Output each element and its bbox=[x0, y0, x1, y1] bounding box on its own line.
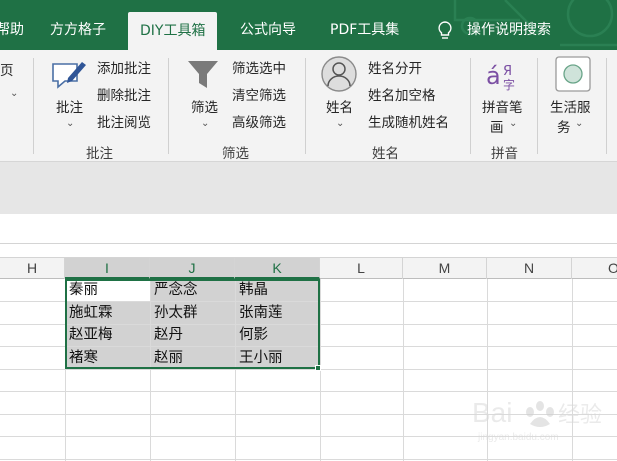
chevron-down-icon: ⌄ bbox=[509, 118, 518, 129]
tab-fangfang-gezi[interactable]: 方方格子 bbox=[50, 14, 106, 48]
comment-button[interactable]: 批注 bbox=[56, 96, 83, 116]
column-header-i[interactable]: I bbox=[65, 258, 150, 279]
tab-diy-toolbox[interactable]: DIY工具箱 bbox=[128, 12, 218, 50]
svg-text:á: á bbox=[486, 62, 501, 90]
chevron-down-icon: ⌄ bbox=[201, 118, 210, 129]
svg-text:字: 字 bbox=[503, 77, 515, 92]
life-service-button-line2: 务 bbox=[557, 120, 571, 136]
random-name-button[interactable]: 生成随机姓名 bbox=[368, 111, 449, 131]
svg-text:jingyan.baidu.com: jingyan.baidu.com bbox=[477, 432, 559, 443]
pinyin-stroke-button[interactable]: 拼音笔 bbox=[482, 96, 523, 116]
group-separator bbox=[33, 58, 34, 154]
chevron-down-icon: ⌄ bbox=[66, 118, 75, 129]
group-label-pinyin: 拼音 bbox=[491, 146, 518, 162]
ribbon-collapsed-area bbox=[0, 162, 617, 214]
svg-text:Я: Я bbox=[503, 64, 512, 79]
cell-i1[interactable]: 秦丽 bbox=[65, 279, 98, 301]
tab-pdf-tools[interactable]: PDF工具集 bbox=[330, 14, 399, 48]
comment-pencil-icon bbox=[52, 62, 86, 89]
group-separator bbox=[470, 58, 471, 154]
clear-filter-button[interactable]: 清空筛选 bbox=[232, 84, 286, 104]
chevron-down-icon: ⌄ bbox=[10, 88, 19, 99]
chevron-down-icon: ⌄ bbox=[336, 118, 345, 129]
partial-page-button[interactable]: 页 bbox=[0, 59, 14, 79]
ribbon-panel: 页 ⌄ 批注 ⌄ 添加批注 删除批注 批注阅览 批注 筛选 ⌄ 筛选选中 清空筛… bbox=[0, 50, 617, 162]
cell-i2[interactable]: 施虹霖 bbox=[65, 302, 113, 324]
advanced-filter-button[interactable]: 高级筛选 bbox=[232, 111, 286, 131]
group-separator bbox=[168, 58, 169, 154]
filter-selected-button[interactable]: 筛选选中 bbox=[232, 57, 286, 77]
cell-k4[interactable]: 王小丽 bbox=[235, 347, 283, 369]
life-service-icon bbox=[555, 56, 591, 92]
group-separator bbox=[606, 58, 607, 154]
grid-line bbox=[0, 459, 617, 460]
group-label-comment: 批注 bbox=[86, 146, 113, 162]
column-header-o[interactable]: O bbox=[572, 258, 617, 279]
cell-i3[interactable]: 赵亚梅 bbox=[65, 324, 113, 346]
cell-k1[interactable]: 韩晶 bbox=[235, 279, 268, 301]
chevron-down-icon: ⌄ bbox=[575, 118, 584, 129]
column-header-l[interactable]: L bbox=[320, 258, 403, 279]
grid-line bbox=[403, 279, 404, 461]
filter-button[interactable]: 筛选 bbox=[191, 96, 218, 116]
group-separator bbox=[537, 58, 538, 154]
formula-bar[interactable] bbox=[0, 214, 617, 244]
column-header-h[interactable]: H bbox=[0, 258, 65, 279]
lightbulb-icon[interactable] bbox=[438, 21, 452, 41]
name-button[interactable]: 姓名 bbox=[326, 96, 353, 116]
cell-j3[interactable]: 赵丹 bbox=[150, 324, 183, 346]
column-header-k[interactable]: K bbox=[235, 258, 320, 279]
life-service-button[interactable]: 生活服 bbox=[550, 96, 591, 116]
tab-help[interactable]: 帮助 bbox=[0, 14, 24, 48]
grid-line bbox=[0, 369, 617, 370]
pinyin-icon: á Я 字 bbox=[486, 62, 515, 92]
column-headers: H I J K L M N O bbox=[0, 257, 617, 279]
filter-funnel-icon bbox=[188, 61, 218, 88]
pinyin-stroke-button-line2: 画 bbox=[490, 120, 504, 136]
name-add-space-button[interactable]: 姓名加空格 bbox=[368, 84, 436, 104]
column-header-n[interactable]: N bbox=[487, 258, 572, 279]
baidu-jingyan-watermark: Bai 经验 jingyan.baidu.com bbox=[472, 397, 602, 443]
ribbon-tab-bar: 帮助 方方格子 DIY工具箱 公式向导 PDF工具集 操作说明搜索 bbox=[0, 0, 617, 50]
cell-k3[interactable]: 何影 bbox=[235, 324, 268, 346]
svg-text:经验: 经验 bbox=[558, 403, 602, 428]
tab-formula-wizard[interactable]: 公式向导 bbox=[240, 14, 296, 48]
group-label-name: 姓名 bbox=[372, 146, 399, 162]
split-name-button[interactable]: 姓名分开 bbox=[368, 57, 422, 77]
column-header-j[interactable]: J bbox=[150, 258, 235, 279]
group-label-filter: 筛选 bbox=[222, 146, 249, 162]
tell-me-search[interactable]: 操作说明搜索 bbox=[467, 14, 551, 48]
cell-k2[interactable]: 张南莲 bbox=[235, 302, 283, 324]
view-comment-button[interactable]: 批注阅览 bbox=[97, 111, 151, 131]
cell-j4[interactable]: 赵丽 bbox=[150, 347, 183, 369]
group-separator bbox=[305, 58, 306, 154]
user-avatar-icon bbox=[321, 56, 357, 92]
svg-text:Bai: Bai bbox=[472, 397, 512, 428]
add-comment-button[interactable]: 添加批注 bbox=[97, 57, 151, 77]
fill-handle[interactable] bbox=[315, 365, 321, 371]
cell-i4[interactable]: 褚寒 bbox=[65, 347, 98, 369]
delete-comment-button[interactable]: 删除批注 bbox=[97, 84, 151, 104]
column-header-m[interactable]: M bbox=[403, 258, 487, 279]
cell-j2[interactable]: 孙太群 bbox=[150, 302, 198, 324]
cell-j1[interactable]: 严念念 bbox=[150, 279, 198, 301]
